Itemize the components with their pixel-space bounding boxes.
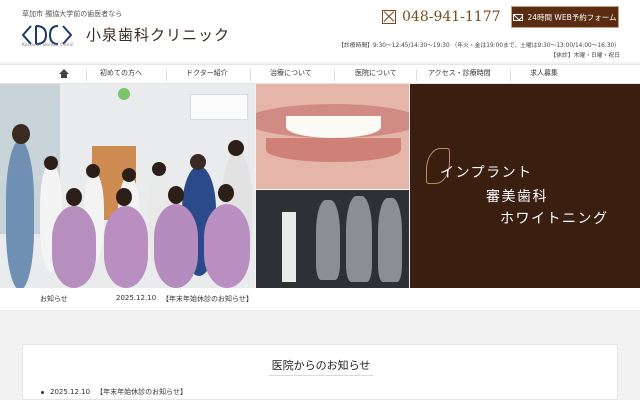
nav-item-first-visit[interactable]: 初めての方へ <box>100 68 142 78</box>
notice-date: 2025.12.10 <box>50 388 91 396</box>
notice-panel: 医院からのお知らせ 2025.12.10 【年末年始休診のお知らせ】 <box>22 344 618 400</box>
promo-whitening: ホワイトニング <box>500 211 609 227</box>
hours-line-1: 【診療時間】9:30～12:45/14:30～19:30 （年火・金は19:00… <box>338 43 620 49</box>
promo-panel[interactable]: インプラント 審美歯科 ホワイトニング <box>410 84 640 288</box>
news-ticker: お知らせ 2025.12.10 【年末年始休診のお知らせ】 <box>0 288 640 311</box>
nav-divider <box>510 69 511 81</box>
nav-item-recruit[interactable]: 求人募集 <box>530 68 558 78</box>
nav-home[interactable] <box>54 69 74 81</box>
nav-item-doctor[interactable]: ドクター紹介 <box>186 68 228 78</box>
notice-title[interactable]: 【年末年始休診のお知らせ】 <box>96 387 187 397</box>
clinic-name[interactable]: 小泉歯科クリニック <box>86 24 230 45</box>
bullet-icon <box>41 390 44 394</box>
news-label: お知らせ <box>40 295 68 303</box>
logo-subtext: Koizumi Dental Clinic <box>22 43 74 48</box>
news-date: 2025.12.10 <box>116 294 157 302</box>
xray-photo <box>256 190 409 288</box>
web-booking-label: 24時間 WEB予約フォーム <box>527 12 617 22</box>
nav-item-clinic[interactable]: 医院について <box>355 68 397 78</box>
nav-item-treatment[interactable]: 治療について <box>270 68 312 78</box>
tagline: 草加市 獨協大学前の歯医者なら <box>22 10 123 18</box>
main-nav: 初めての方へ ドクター紹介 治療について 医院について アクセス・診療時間 求人… <box>0 64 640 84</box>
nav-divider <box>166 69 167 81</box>
smile-photo <box>256 84 409 189</box>
site-header: 草加市 獨協大学前の歯医者なら Koizumi Dental Clinic 小泉… <box>0 0 640 62</box>
list-item[interactable]: 2025.12.10 【年末年始休診のお知らせ】 <box>41 387 187 397</box>
nav-divider <box>250 69 251 81</box>
nav-item-access[interactable]: アクセス・診療時間 <box>428 68 491 78</box>
nav-divider <box>334 69 335 81</box>
staff-photo <box>0 84 255 288</box>
web-booking-button[interactable]: 24時間 WEB予約フォーム <box>511 6 619 28</box>
nav-divider <box>86 69 87 81</box>
hero-banner: インプラント 審美歯科 ホワイトニング <box>0 84 640 288</box>
notice-panel-title: 医院からのお知らせ <box>271 359 371 372</box>
phone-block[interactable]: 048-941-1177 <box>382 9 501 25</box>
promo-aesthetic: 審美歯科 <box>486 189 548 205</box>
nav-divider <box>416 69 417 81</box>
phone-number[interactable]: 048-941-1177 <box>402 9 501 25</box>
home-icon <box>59 69 69 78</box>
mail-icon <box>513 13 524 21</box>
phone-icon <box>382 10 396 24</box>
promo-implant: インプラント <box>440 165 533 181</box>
title-divider <box>269 375 373 376</box>
news-link[interactable]: 【年末年始休診のお知らせ】 <box>162 294 253 304</box>
hours-line-2: 【休診】木曜・日曜・祝日 <box>550 53 620 59</box>
